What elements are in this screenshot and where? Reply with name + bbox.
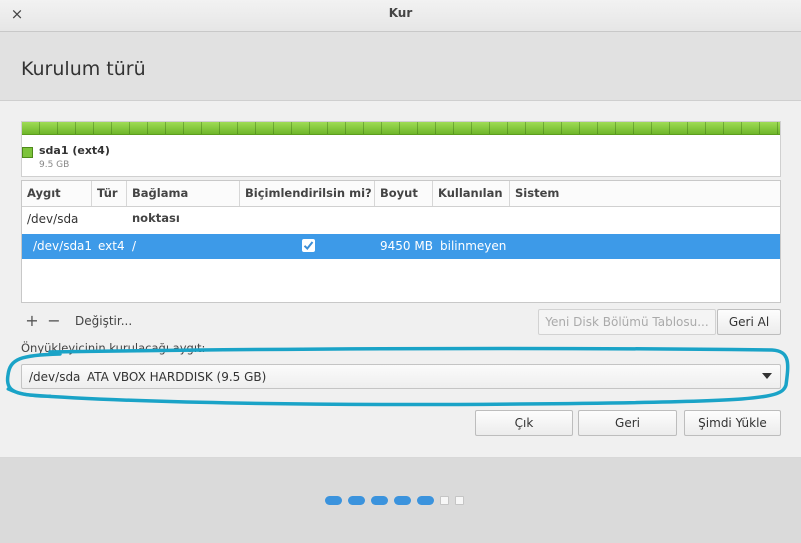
window-title: Kur [388, 6, 413, 20]
progress-step-pending [455, 496, 464, 505]
partition-bar: sda1 (ext4) 9.5 GB [21, 121, 781, 177]
back-button[interactable]: Geri [578, 410, 677, 436]
change-partition-button[interactable]: Değiştir... [75, 314, 132, 328]
progress-step-completed [417, 496, 434, 505]
table-header: Aygıt Tür Bağlama noktası Biçimlendirils… [22, 181, 780, 225]
progress-step-completed [394, 496, 411, 505]
table-row-selected[interactable]: /dev/sda1 ext4 / 9450 MB bilinmeyen [22, 234, 780, 259]
table-row[interactable]: /dev/sda [22, 207, 780, 233]
format-checkbox[interactable] [302, 239, 315, 252]
column-header-system[interactable]: Sistem [510, 181, 780, 206]
bootloader-device-select[interactable]: /dev/sda ATA VBOX HARDDISK (9.5 GB) [21, 364, 781, 389]
row-size: 9450 MB [380, 239, 433, 253]
revert-button[interactable]: Geri Al [717, 309, 781, 335]
column-header-device[interactable]: Aygıt [22, 181, 92, 206]
bootloader-device: /dev/sda [29, 370, 81, 384]
new-partition-table-button[interactable]: Yeni Disk Bölümü Tablosu... [538, 309, 716, 335]
row-used: bilinmeyen [440, 239, 507, 253]
row-mount: / [132, 239, 137, 253]
progress-step-completed [348, 496, 365, 505]
partition-color-swatch [22, 147, 33, 158]
bootloader-label: Önyükleyicinin kurulacağı aygıt: [21, 341, 206, 355]
progress-step-pending [440, 496, 449, 505]
partition-size: 9.5 GB [39, 160, 70, 170]
column-header-used[interactable]: Kullanılan [433, 181, 510, 206]
row-type: ext4 [98, 239, 125, 253]
column-header-format[interactable]: Biçimlendirilsin mi? [240, 181, 375, 206]
column-header-size[interactable]: Boyut [375, 181, 433, 206]
quit-button[interactable]: Çık [475, 410, 573, 436]
partition-bar-fill [22, 122, 780, 135]
checkmark-icon [303, 241, 314, 250]
progress-step-completed [325, 496, 342, 505]
partition-table[interactable]: Aygıt Tür Bağlama noktası Biçimlendirils… [21, 180, 781, 303]
chevron-down-icon [762, 373, 772, 379]
page-title: Kurulum türü [21, 58, 146, 80]
title-bar: × Kur [0, 0, 801, 32]
page-header: Kurulum türü [0, 32, 801, 101]
remove-partition-icon[interactable]: − [47, 312, 61, 330]
bootloader-device-name: ATA VBOX HARDDISK (9.5 GB) [87, 370, 267, 384]
progress-step-completed [371, 496, 388, 505]
column-header-type[interactable]: Tür [92, 181, 127, 206]
row-device: /dev/sda1 [33, 239, 93, 253]
install-now-button[interactable]: Şimdi Yükle [684, 410, 781, 436]
partition-toolbar: + − Değiştir... Yeni Disk Bölümü Tablosu… [21, 309, 781, 335]
add-partition-icon[interactable]: + [25, 312, 39, 330]
column-header-mount[interactable]: Bağlama noktası [127, 181, 240, 225]
row-device: /dev/sda [27, 212, 79, 226]
partition-name: sda1 (ext4) [39, 144, 110, 157]
